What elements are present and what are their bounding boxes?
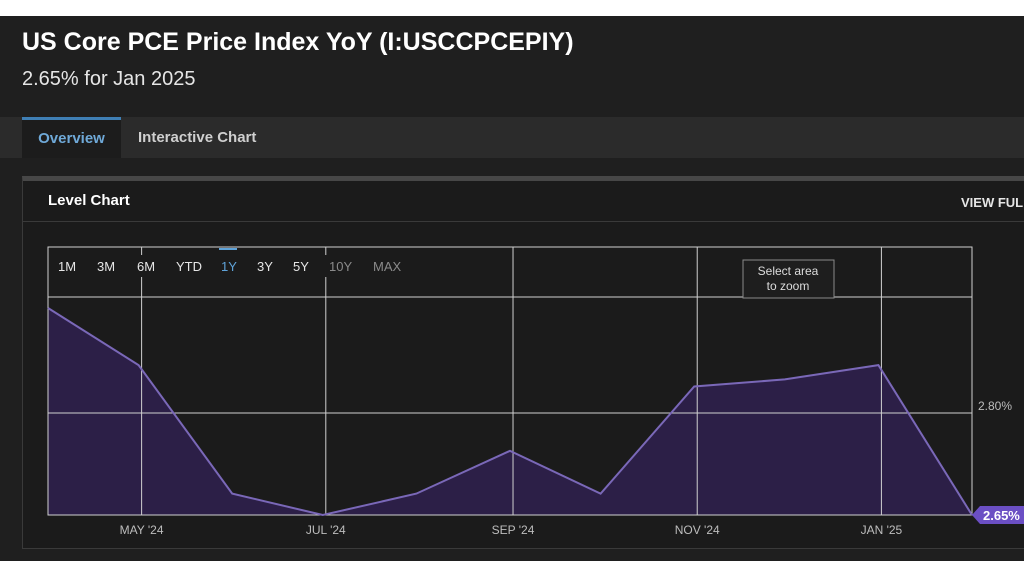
- last-value-label: 2.65%: [983, 508, 1020, 523]
- range-button-5y[interactable]: 5Y: [293, 259, 309, 274]
- range-button-1m[interactable]: 1M: [58, 259, 76, 274]
- x-tick-label: SEP '24: [492, 523, 535, 537]
- zoom-tooltip-line1: Select area: [758, 264, 819, 278]
- range-button-6m[interactable]: 6M: [137, 259, 155, 274]
- page: US Core PCE Price Index YoY (I:USCCPCEPI…: [0, 16, 1024, 561]
- range-button-1y[interactable]: 1Y: [221, 259, 237, 274]
- x-tick-label: JUL '24: [306, 523, 346, 537]
- x-tick-label: NOV '24: [675, 523, 720, 537]
- y-tick-label: 2.80%: [978, 399, 1012, 413]
- range-button-10y[interactable]: 10Y: [329, 259, 352, 274]
- x-tick-label: JAN '25: [861, 523, 903, 537]
- range-button-max[interactable]: MAX: [373, 259, 402, 274]
- zoom-tooltip-line2: to zoom: [767, 279, 810, 293]
- range-button-3y[interactable]: 3Y: [257, 259, 273, 274]
- range-button-ytd[interactable]: YTD: [176, 259, 202, 274]
- x-tick-label: MAY '24: [120, 523, 164, 537]
- range-button-3m[interactable]: 3M: [97, 259, 115, 274]
- level-chart[interactable]: MAY '24 JUL '24 SEP '24 NOV '24 JAN '25 2.80%…: [0, 16, 1024, 561]
- series-area: [48, 308, 972, 515]
